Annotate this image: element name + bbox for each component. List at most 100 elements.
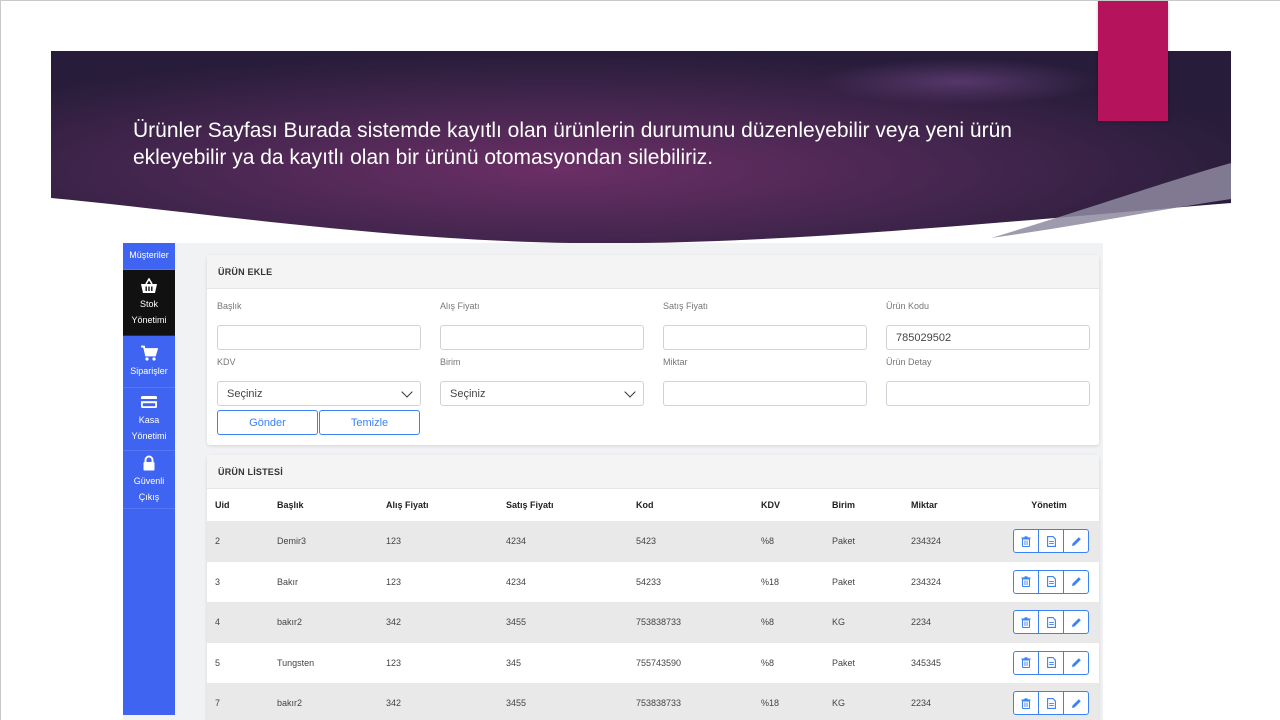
kdv-select[interactable]: Seçiniz [217,381,421,406]
field-label: Miktar [663,357,688,367]
cell-alis-fiyati: 123 [378,642,498,684]
details-button[interactable] [1038,691,1064,716]
sidebar-item-label: Güvenli Çıkış [133,475,165,502]
lock-icon [143,455,155,470]
table-row: 3 Bakır 123 4234 54233 %18 Paket 234324 [207,561,1099,603]
baslik-input[interactable] [217,325,421,350]
cell-baslik: bakır2 [269,683,378,720]
cell-alis-fiyati: 342 [378,683,498,720]
cell-baslik: Demir3 [269,521,378,562]
field-alis-fiyati: Alış Fiyatı [440,301,644,350]
cell-birim: Paket [824,561,903,603]
cell-kdv: %8 [753,521,824,562]
column-header: KDV [753,489,824,522]
cell-uid: 7 [207,683,269,720]
submit-button[interactable]: Gönder [217,410,318,435]
column-header: Birim [824,489,903,522]
sidebar-item-label: Müşteriler [129,250,169,260]
clear-button[interactable]: Temizle [319,410,420,435]
column-header: Alış Fiyatı [378,489,498,522]
chevron-down-icon [624,385,636,398]
urun-kodu-input[interactable]: 785029502 [886,325,1090,350]
edit-button[interactable] [1063,569,1089,594]
sidebar-item-stok-yonetimi[interactable]: Stok Yönetimi [123,270,175,336]
cell-yonetim [999,683,1099,720]
urun-detay-input[interactable] [886,381,1090,406]
delete-button[interactable] [1013,691,1039,716]
delete-button[interactable] [1013,569,1039,594]
cell-uid: 4 [207,602,269,643]
cell-kod: 5423 [628,521,753,562]
cell-kod: 753838733 [628,602,753,643]
pencil-icon [1071,617,1081,627]
product-add-card: ÜRÜN EKLE Başlık Alış Fiyatı Satış Fiyat… [207,255,1099,445]
delete-button[interactable] [1013,610,1039,635]
document-icon [1046,697,1056,709]
product-list-card: ÜRÜN LİSTESİ Uid Başlık Alış Fiyatı Satı… [207,455,1099,720]
birim-select[interactable]: Seçiniz [440,381,644,406]
cell-miktar: 234324 [903,521,999,562]
main-content: ÜRÜN EKLE Başlık Alış Fiyatı Satış Fiyat… [207,255,1099,720]
title-banner: Ürünler Sayfası Burada sistemde kayıtlı … [51,51,1231,246]
cell-satis-fiyati: 4234 [498,561,628,603]
product-form: Başlık Alış Fiyatı Satış Fiyatı Ürün Kod… [207,289,1099,445]
document-icon [1046,657,1056,669]
document-icon [1046,535,1056,547]
table-row: 2 Demir3 123 4234 5423 %8 Paket 234324 [207,521,1099,562]
sidebar-item-siparisler[interactable]: Siparişler [123,336,175,388]
cell-satis-fiyati: 3455 [498,683,628,720]
cell-yonetim [999,602,1099,643]
cell-birim: Paket [824,642,903,684]
field-label: Satış Fiyatı [663,301,709,311]
pencil-icon [1071,698,1081,708]
cell-uid: 5 [207,642,269,684]
miktar-input[interactable] [663,381,867,406]
field-label: Ürün Detay [886,357,932,367]
trash-icon [1021,698,1031,709]
sidebar-item-label: Kasa Yönetimi [131,415,167,441]
alis-fiyati-input[interactable] [440,325,644,350]
sidebar-item-kasa-yonetimi[interactable]: Kasa Yönetimi [123,388,175,451]
field-kdv: KDV Seçiniz [217,357,421,406]
cell-uid: 2 [207,521,269,562]
cell-miktar: 2234 [903,602,999,643]
sidebar-item-musteriler[interactable]: Müşteriler [123,243,175,270]
trash-icon [1021,536,1031,547]
table-row: 7 bakır2 342 3455 753838733 %18 KG 2234 [207,683,1099,720]
basket-icon [141,277,157,293]
sidebar-item-label: Stok Yönetimi [131,298,167,325]
cell-kod: 54233 [628,561,753,603]
edit-button[interactable] [1063,529,1089,554]
edit-button[interactable] [1063,650,1089,675]
field-urun-detay: Ürün Detay [886,357,1090,406]
cell-yonetim [999,642,1099,684]
card-title: ÜRÜN EKLE [207,255,1099,289]
cell-alis-fiyati: 123 [378,561,498,603]
select-value: Seçiniz [227,387,263,400]
cell-uid: 3 [207,561,269,603]
cell-kod: 753838733 [628,683,753,720]
select-value: Seçiniz [450,387,486,400]
details-button[interactable] [1038,529,1064,554]
details-button[interactable] [1038,610,1064,635]
details-button[interactable] [1038,650,1064,675]
pencil-icon [1071,536,1081,546]
field-urun-kodu: Ürün Kodu 785029502 [886,301,1090,350]
sidebar-item-guvenli-cikis[interactable]: Güvenli Çıkış [123,451,175,509]
edit-button[interactable] [1063,610,1089,635]
delete-button[interactable] [1013,529,1039,554]
field-birim: Birim Seçiniz [440,357,644,406]
credit-card-icon [141,396,157,408]
column-header: Yönetim [999,489,1099,522]
delete-button[interactable] [1013,650,1039,675]
trash-icon [1021,657,1031,669]
table-row: 5 Tungsten 123 345 755743590 %8 Paket 34… [207,642,1099,684]
sidebar: Müşteriler Stok Yönetimi Siparişler Kasa… [123,243,175,715]
column-header: Miktar [903,489,999,522]
app-screenshot: Müşteriler Stok Yönetimi Siparişler Kasa… [123,243,1103,720]
details-button[interactable] [1038,569,1064,594]
satis-fiyati-input[interactable] [663,325,867,350]
pencil-icon [1071,658,1081,668]
edit-button[interactable] [1063,691,1089,716]
field-label: Alış Fiyatı [440,301,480,311]
